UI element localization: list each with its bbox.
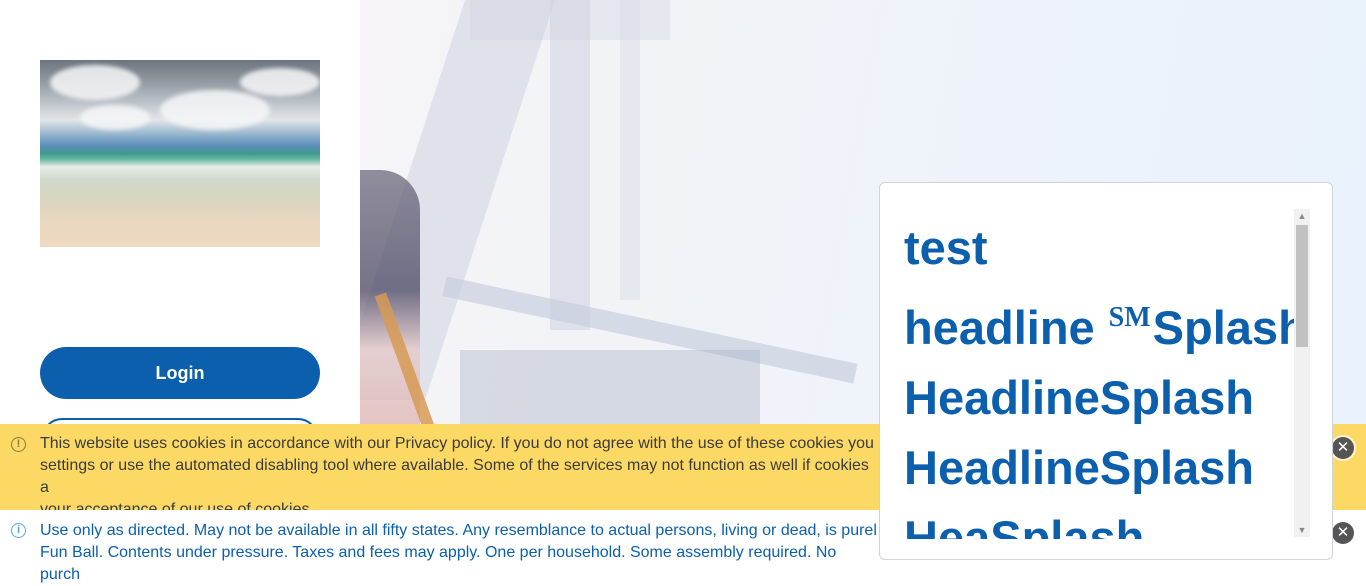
- headline-line: HeaSplash: [904, 511, 1145, 539]
- close-icon[interactable]: ✕: [1332, 522, 1354, 544]
- headline-text: headline: [904, 301, 1095, 354]
- close-icon[interactable]: ✕: [1332, 437, 1354, 459]
- headline-line: HeadlineSplash: [904, 371, 1254, 424]
- headline-text: Splash: [1152, 301, 1294, 354]
- scroll-down-arrow-icon[interactable]: ▼: [1294, 523, 1310, 537]
- beach-image: [40, 60, 320, 247]
- info-icon: i: [11, 523, 26, 538]
- popup-scroll-area[interactable]: test headline SMSplash HeadlineSplash Hea…: [904, 213, 1294, 539]
- headline-line: HeadlineSplash: [904, 441, 1254, 494]
- disclaimer-message: Use only as directed. May not be availab…: [40, 522, 877, 583]
- headline-line: test: [904, 221, 988, 274]
- scrollbar-thumb[interactable]: [1296, 225, 1308, 347]
- service-mark: SM: [1108, 302, 1151, 333]
- scroll-up-arrow-icon[interactable]: ▲: [1294, 209, 1310, 223]
- headline-popup[interactable]: test headline SMSplash HeadlineSplash Hea…: [879, 182, 1333, 560]
- vertical-scrollbar[interactable]: ▲ ▼: [1294, 209, 1310, 537]
- cookie-message: This website uses cookies in accordance …: [40, 435, 874, 518]
- login-button[interactable]: Login: [40, 347, 320, 399]
- warning-icon: !: [11, 437, 26, 452]
- headline-line: headline SMSplash: [904, 283, 1294, 363]
